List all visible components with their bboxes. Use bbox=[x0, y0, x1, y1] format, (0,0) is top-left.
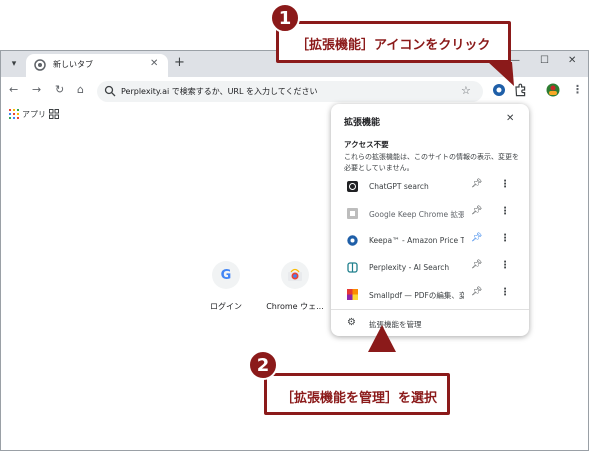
back-icon[interactable]: ← bbox=[9, 84, 18, 96]
apps-grid-icon bbox=[9, 109, 19, 119]
more-options-icon[interactable]: ⋮ bbox=[500, 233, 510, 244]
forward-icon[interactable]: → bbox=[32, 84, 41, 96]
bookmark-star-icon[interactable]: ☆ bbox=[461, 84, 471, 97]
minimize-icon[interactable]: — bbox=[510, 55, 520, 66]
home-icon[interactable]: ⌂ bbox=[77, 84, 84, 96]
extension-row[interactable]: Smallpdf — PDFの編集、変... 📌︎ ⋮ bbox=[331, 282, 529, 308]
shortcut-login[interactable]: G ログイン bbox=[191, 261, 261, 312]
shortcut-label: Chrome ウェ... bbox=[266, 302, 324, 311]
tab-close-icon[interactable]: ✕ bbox=[150, 58, 158, 69]
perplexity-icon bbox=[347, 262, 358, 273]
bookmark-apps[interactable]: アプリ bbox=[22, 109, 46, 120]
more-options-icon[interactable]: ⋮ bbox=[500, 287, 510, 298]
chrome-favicon-icon bbox=[34, 59, 46, 71]
more-options-icon[interactable]: ⋮ bbox=[500, 179, 510, 190]
extensions-puzzle-icon[interactable] bbox=[513, 83, 527, 97]
extension-row[interactable]: Keepa™ - Amazon Price Tr... 📌︎ ⋮ bbox=[331, 228, 529, 254]
pin-icon[interactable]: 📌︎ bbox=[471, 260, 482, 270]
tab-new-tab[interactable]: 新しいタブ ✕ bbox=[26, 54, 168, 77]
popup-title: 拡張機能 bbox=[344, 118, 381, 128]
unpin-icon[interactable]: 📌︎ bbox=[471, 233, 482, 243]
callout-1-text: ［拡張機能］アイコンをクリック bbox=[296, 38, 491, 53]
chatgpt-icon bbox=[347, 181, 358, 192]
screenshot: ▾ 新しいタブ ✕ + — ☐ ✕ ← → ↻ ⌂ Perplexity.ai … bbox=[0, 0, 589, 451]
more-options-icon[interactable]: ⋮ bbox=[500, 260, 510, 271]
new-tab-button[interactable]: + bbox=[174, 56, 185, 70]
extension-row[interactable]: ChatGPT search 📌︎ ⋮ bbox=[331, 174, 529, 200]
extension-name: Google Keep Chrome 拡張... bbox=[369, 210, 464, 219]
close-icon[interactable]: ✕ bbox=[506, 113, 514, 124]
shortcut-label: ログイン bbox=[210, 302, 242, 311]
gear-icon: ⚙ bbox=[347, 317, 356, 328]
keepa-icon bbox=[347, 235, 358, 246]
extension-row[interactable]: Google Keep Chrome 拡張... 📌︎ ⋮ bbox=[331, 201, 529, 227]
address-placeholder: Perplexity.ai で検索するか、URL を入力してください bbox=[121, 87, 318, 96]
callout-1-number: 1 bbox=[270, 3, 300, 33]
section-title: アクセス不要 bbox=[344, 140, 389, 149]
extension-name: Keepa™ - Amazon Price Tr... bbox=[369, 236, 464, 245]
google-keep-icon bbox=[347, 208, 358, 219]
address-bar[interactable]: Perplexity.ai で検索するか、URL を入力してください ☆ bbox=[97, 81, 483, 102]
pin-icon[interactable]: 📌︎ bbox=[471, 179, 482, 189]
manage-extensions-label: 拡張機能を管理 bbox=[369, 320, 422, 329]
chrome-web-store-icon bbox=[281, 261, 309, 289]
divider bbox=[331, 309, 529, 310]
callout-2: ［拡張機能を管理］を選択 bbox=[264, 373, 450, 415]
extension-name: ChatGPT search bbox=[369, 182, 429, 191]
callout-2-text: ［拡張機能を管理］を選択 bbox=[281, 391, 438, 406]
pin-icon[interactable]: 📌︎ bbox=[471, 206, 482, 216]
extension-row[interactable]: Perplexity - AI Search 📌︎ ⋮ bbox=[331, 255, 529, 281]
more-options-icon[interactable]: ⋮ bbox=[500, 206, 510, 217]
tab-title: 新しいタブ bbox=[53, 60, 93, 69]
tab-search-dropdown-icon[interactable]: ▾ bbox=[6, 56, 22, 72]
manage-extensions-button[interactable]: ⚙ 拡張機能を管理 bbox=[331, 314, 529, 334]
reload-icon[interactable]: ↻ bbox=[55, 84, 64, 96]
toolbar: ← → ↻ ⌂ Perplexity.ai で検索するか、URL を入力してくだ… bbox=[1, 77, 588, 105]
tab-groups-icon[interactable] bbox=[49, 109, 59, 119]
search-icon bbox=[104, 85, 116, 97]
google-g-icon: G bbox=[212, 261, 240, 289]
chrome-menu-icon[interactable]: ⋮ bbox=[572, 84, 583, 96]
callout-1: ［拡張機能］アイコンをクリック bbox=[276, 21, 511, 63]
shortcut-chrome-web-store[interactable]: Chrome ウェ... bbox=[260, 261, 330, 312]
pin-icon[interactable]: 📌︎ bbox=[471, 287, 482, 297]
keepa-toolbar-icon[interactable] bbox=[492, 83, 506, 97]
smallpdf-icon bbox=[347, 289, 358, 300]
extension-name: Perplexity - AI Search bbox=[369, 263, 450, 272]
window-close-icon[interactable]: ✕ bbox=[568, 55, 576, 66]
extensions-popup: 拡張機能 ✕ アクセス不要 これらの拡張機能は、このサイトの情報の表示、変更を必… bbox=[331, 104, 529, 336]
extension-name: Smallpdf — PDFの編集、変... bbox=[369, 291, 464, 300]
profile-avatar-icon[interactable] bbox=[546, 83, 560, 97]
callout-2-number: 2 bbox=[248, 350, 278, 380]
maximize-icon[interactable]: ☐ bbox=[540, 55, 549, 66]
section-description: これらの拡張機能は、このサイトの情報の表示、変更を必要としていません。 bbox=[344, 153, 519, 172]
